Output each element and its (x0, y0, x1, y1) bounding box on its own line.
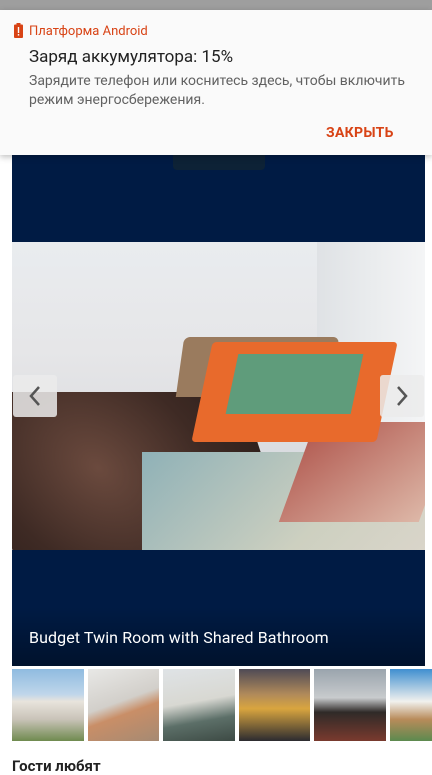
next-photo-button[interactable] (380, 375, 424, 417)
chevron-left-icon (29, 386, 40, 406)
close-notification-button[interactable]: ЗАКРЫТЬ (326, 125, 394, 141)
status-bar (0, 0, 432, 10)
thumbnail-waterfront[interactable] (390, 669, 432, 741)
notification-body[interactable]: Зарядите телефон или коснитесь здесь, чт… (29, 72, 409, 110)
thumbnail-bridge-night[interactable] (239, 669, 310, 741)
thumbnail-steam-locomotive[interactable] (314, 669, 386, 741)
low-battery-notification[interactable]: Платформа Android Заряд аккумулятора: 15… (0, 10, 432, 155)
notification-title: Заряд аккумулятора: 15% (29, 47, 234, 67)
thumbnail-strip[interactable] (12, 669, 432, 741)
notification-app-name: Платформа Android (29, 24, 148, 39)
thumbnail-exterior[interactable] (12, 669, 84, 741)
thumbnail-room-sofa[interactable] (163, 669, 235, 741)
photo-gallery[interactable]: Budget Twin Room with Shared Bathroom (12, 152, 425, 666)
room-name-caption: Budget Twin Room with Shared Bathroom (29, 628, 329, 647)
battery-alert-icon (14, 23, 23, 38)
thumbnail-room-bed[interactable] (88, 669, 159, 741)
section-title: Гости любят (12, 757, 101, 775)
previous-photo-button[interactable] (13, 375, 57, 417)
chevron-right-icon (397, 386, 408, 406)
main-photo[interactable] (12, 242, 425, 550)
